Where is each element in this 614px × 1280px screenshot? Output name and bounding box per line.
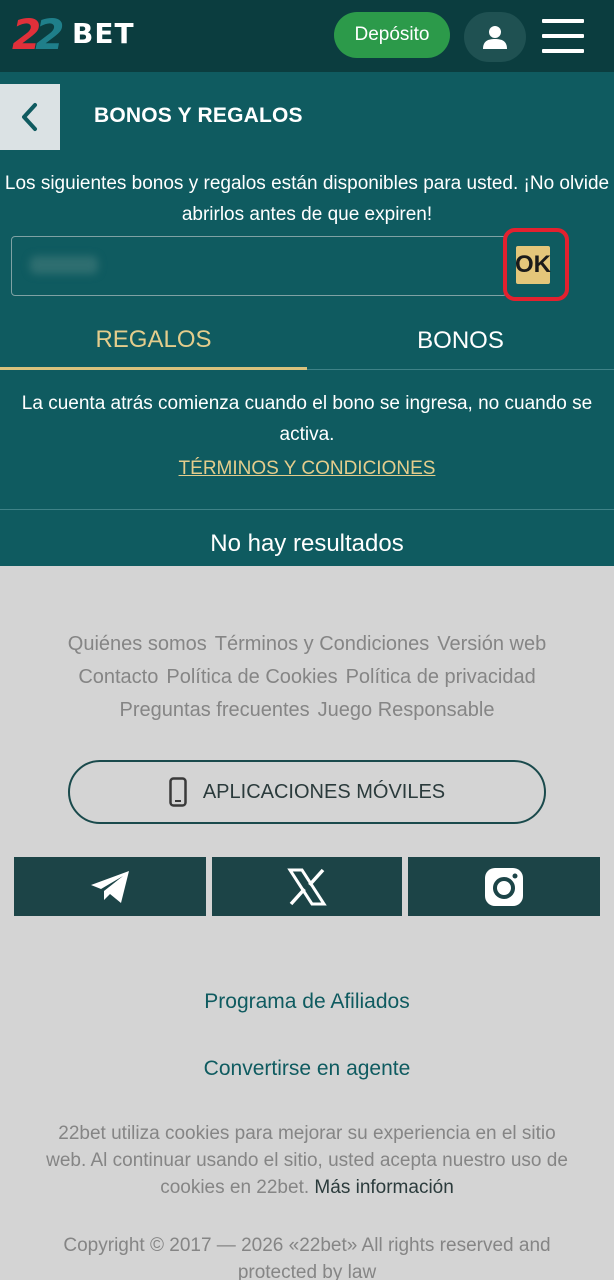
menu-bar bbox=[542, 34, 584, 38]
more-info-link[interactable]: Más información bbox=[314, 1177, 453, 1198]
x-button[interactable] bbox=[212, 857, 402, 916]
footer-link-terms[interactable]: Términos y Condiciones bbox=[215, 633, 430, 655]
user-icon bbox=[483, 26, 507, 49]
terms-link[interactable]: TÉRMINOS Y CONDICIONES bbox=[0, 458, 614, 480]
mobile-apps-button[interactable]: APLICACIONES MÓVILES bbox=[68, 760, 546, 824]
footer-link-contact[interactable]: Contacto bbox=[78, 666, 158, 688]
footer-link-cookies[interactable]: Política de Cookies bbox=[166, 666, 337, 688]
footer-link-about[interactable]: Quiénes somos bbox=[68, 633, 207, 655]
promo-code-value-blurred bbox=[30, 256, 98, 274]
footer-link-faq[interactable]: Preguntas frecuentes bbox=[120, 699, 310, 721]
tab-bar: REGALOS BONOS bbox=[0, 312, 614, 370]
telegram-button[interactable] bbox=[14, 857, 206, 916]
menu-bar bbox=[542, 49, 584, 53]
brand-logo[interactable]: 22 BET bbox=[12, 10, 142, 62]
ok-button[interactable]: OK bbox=[515, 246, 551, 284]
affiliate-program-link[interactable]: Programa de Afiliados bbox=[0, 990, 614, 1014]
cookies-notice: 22bet utiliza cookies para mejorar su ex… bbox=[40, 1120, 574, 1201]
chevron-left-icon bbox=[22, 103, 37, 131]
top-header: 22 BET Depósito bbox=[0, 0, 614, 72]
footer-link-responsible[interactable]: Juego Responsable bbox=[318, 699, 495, 721]
cookies-text: 22bet utiliza cookies para mejorar su ex… bbox=[46, 1123, 568, 1198]
footer-links: Quiénes somos Términos y Condiciones Versi… bbox=[20, 628, 594, 727]
instagram-button[interactable] bbox=[408, 857, 600, 916]
hamburger-menu-button[interactable] bbox=[540, 16, 586, 56]
back-button[interactable] bbox=[0, 84, 60, 150]
user-account-button[interactable] bbox=[464, 12, 526, 62]
tab-bonuses[interactable]: BONOS bbox=[307, 312, 614, 370]
empty-state: No hay resultados bbox=[210, 530, 404, 557]
deposit-button[interactable]: Depósito bbox=[334, 12, 450, 58]
telegram-icon bbox=[91, 870, 129, 903]
copyright: Copyright © 2017 — 2026 «22bet» All righ… bbox=[63, 1235, 551, 1280]
bonuses-panel: BONOS Y REGALOS Los siguientes bonos y r… bbox=[0, 72, 614, 566]
intro-text: Los siguientes bonos y regalos están dis… bbox=[4, 173, 610, 225]
mobile-apps-label: APLICACIONES MÓVILES bbox=[202, 780, 446, 803]
footer-link-web-version[interactable]: Versión web bbox=[437, 633, 546, 655]
logo-text: BET bbox=[72, 17, 135, 50]
smartphone-icon bbox=[169, 777, 187, 807]
logo-digits: 22 bbox=[12, 10, 65, 59]
x-icon bbox=[287, 868, 327, 905]
become-agent-link[interactable]: Convertirse en agente bbox=[0, 1057, 614, 1081]
tab-gifts[interactable]: REGALOS bbox=[0, 312, 307, 370]
menu-bar bbox=[542, 19, 584, 23]
page-title: BONOS Y REGALOS bbox=[94, 104, 303, 127]
divider bbox=[0, 509, 614, 510]
footer-link-privacy[interactable]: Política de privacidad bbox=[346, 666, 536, 688]
countdown-note: La cuenta atrás comienza cuando el bono … bbox=[21, 393, 593, 445]
instagram-icon bbox=[485, 867, 523, 906]
